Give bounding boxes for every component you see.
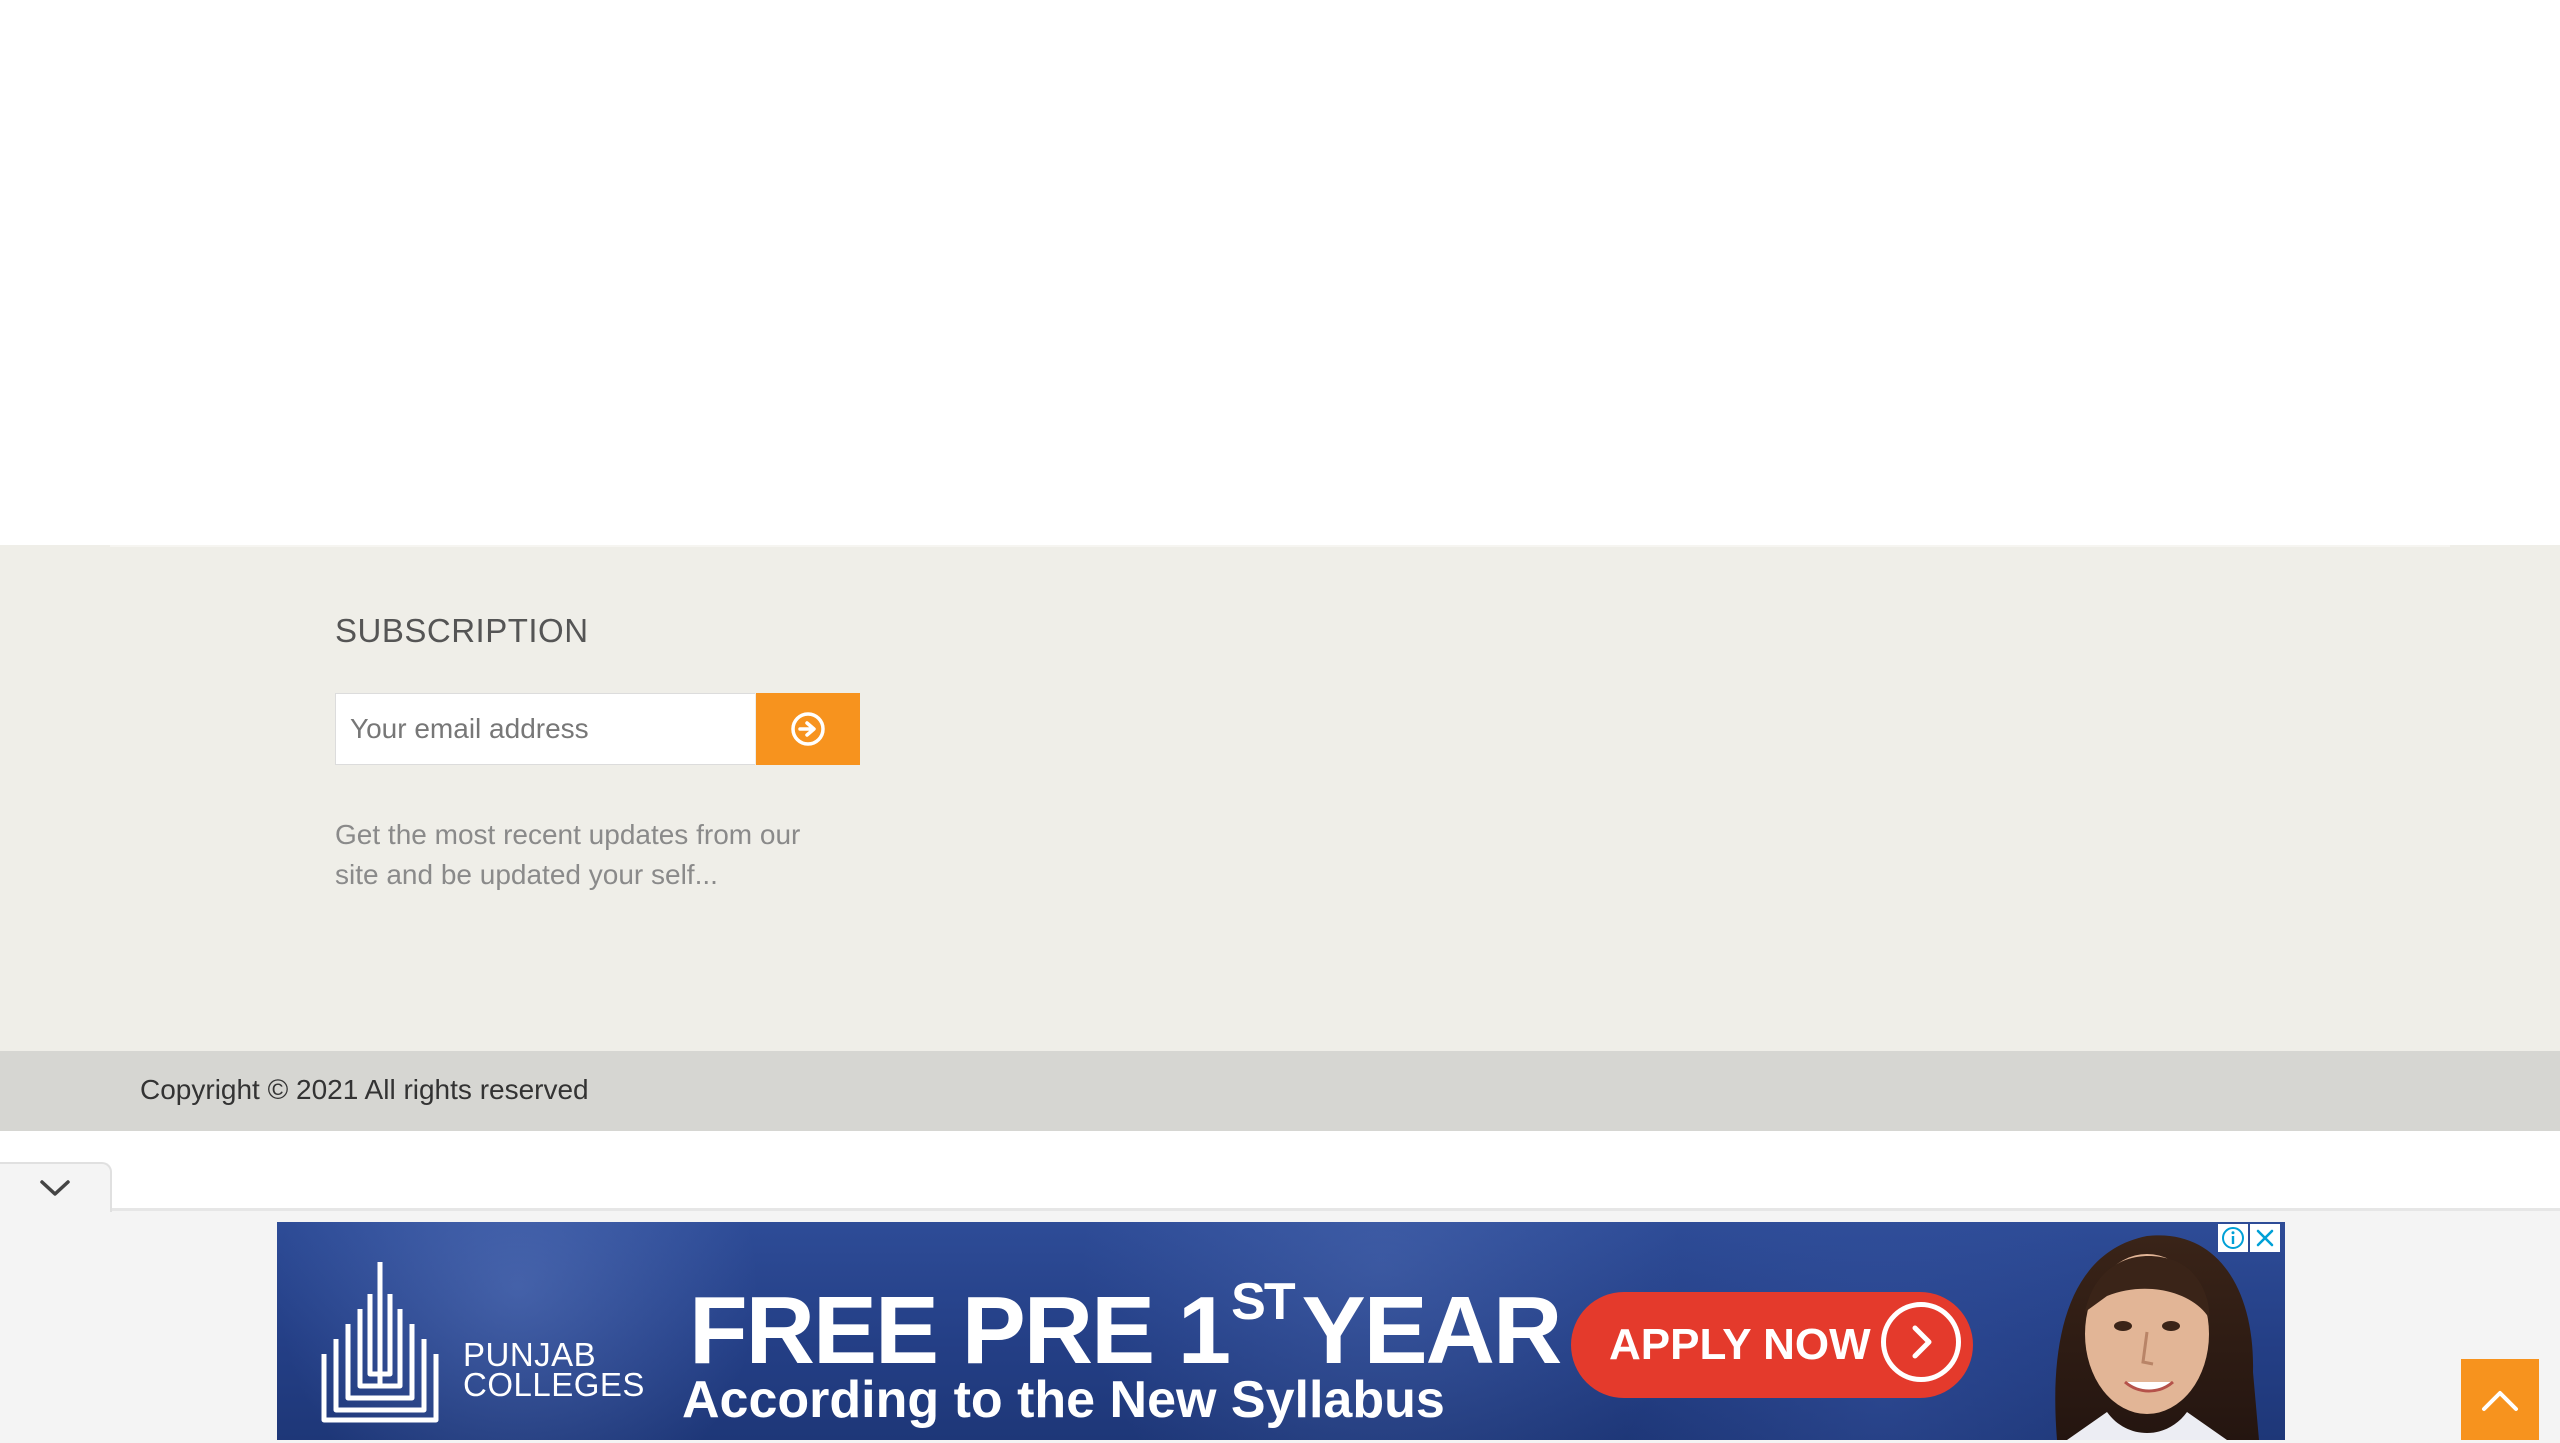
subscription-description: Get the most recent updates from our sit… [335,819,801,890]
subscribe-button[interactable] [756,693,860,765]
ad-person-image [2055,1235,2259,1440]
ad-headline: FREE PRE 1STYEAR 25 [689,1272,1690,1386]
ad-info-button[interactable] [2218,1224,2248,1252]
apply-now-button[interactable]: APPLY NOW [1571,1292,1973,1398]
arrow-circle-right-icon [791,712,825,746]
ad-headline-main: FREE PRE 1 [689,1277,1231,1384]
copyright-bar: Copyright © 2021 All rights reserved [0,1051,2560,1131]
chevron-up-icon [2482,1390,2518,1411]
apply-now-label: APPLY NOW [1609,1320,1871,1369]
ad-close-button[interactable] [2250,1224,2280,1252]
info-icon [2222,1227,2244,1249]
ad-subline: According to the New Syllabus [682,1371,1445,1429]
footer-divider [110,545,2450,547]
punjab-colleges-logo [321,1262,439,1423]
ad-headline-superscript: ST [1231,1273,1295,1331]
ad-brand-line2: COLLEGES [463,1366,645,1403]
email-field[interactable] [335,693,755,765]
ad-brand-name: PUNJAB COLLEGES [463,1338,645,1403]
subscription-title: SUBSCRIPTION [335,612,589,649]
chevron-down-icon [40,1180,70,1196]
back-to-top-button[interactable] [2461,1359,2539,1440]
ad-controls [2218,1224,2280,1252]
ad-banner[interactable]: PUNJAB COLLEGES FREE PRE 1STYEAR 25 Acco… [277,1222,2285,1440]
content-area-blank [0,0,2560,545]
copyright-text: Copyright © 2021 All rights reserved [140,1074,589,1105]
anchor-collapse-button[interactable] [0,1162,112,1212]
close-icon [2256,1229,2274,1247]
chevron-right-icon [1881,1302,1961,1382]
